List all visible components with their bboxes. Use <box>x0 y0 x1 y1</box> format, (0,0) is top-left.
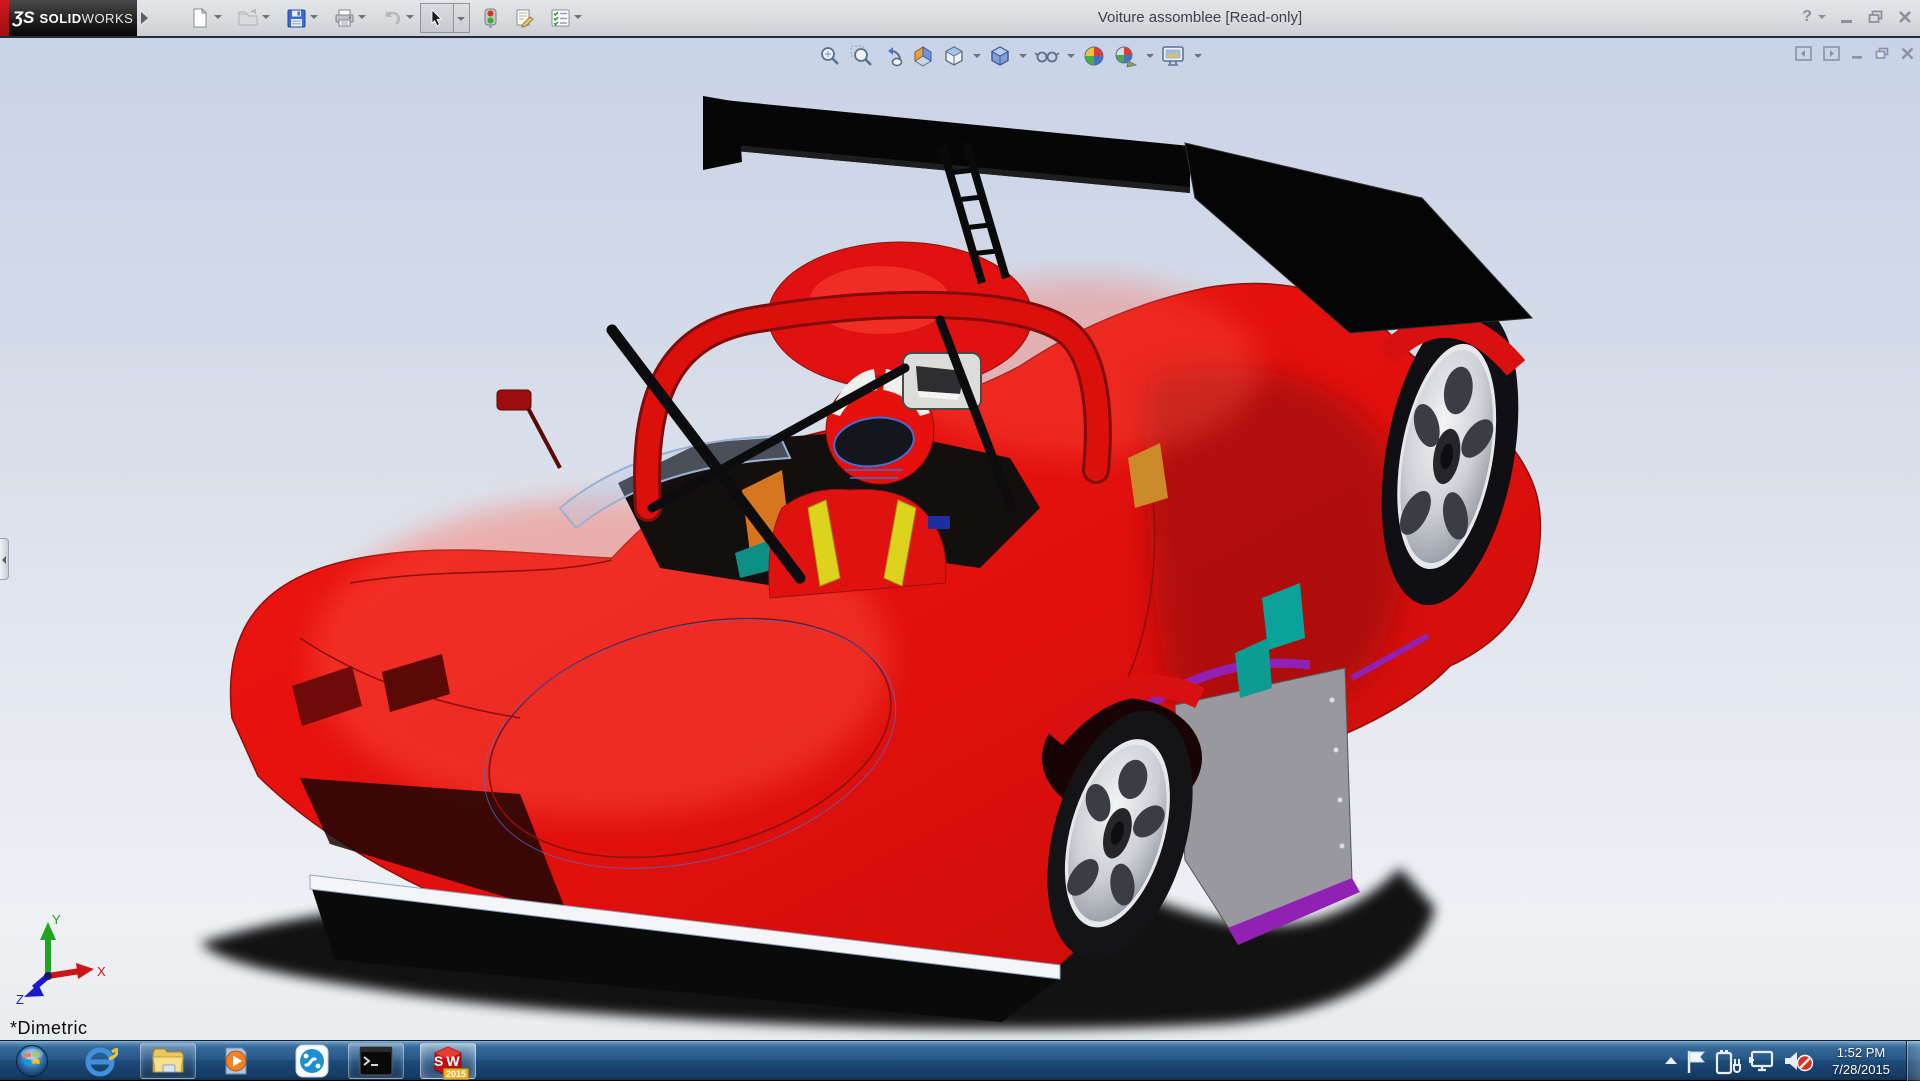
harness-buckle <box>928 516 950 529</box>
show-desktop-button[interactable] <box>1906 1041 1920 1081</box>
media-player-icon <box>219 1044 253 1078</box>
reference-triad: Y X Z <box>12 910 112 1010</box>
internet-explorer-icon <box>82 1044 118 1078</box>
graphics-viewport[interactable]: Y X Z *Dimetric <box>0 38 1920 1040</box>
view-orientation-label: *Dimetric <box>10 1018 88 1039</box>
media-player-button[interactable] <box>208 1043 264 1079</box>
system-tray <box>1660 1041 1816 1081</box>
save-button[interactable] <box>284 6 308 30</box>
command-prompt-button[interactable] <box>348 1043 404 1079</box>
undo-dropdown-icon[interactable] <box>406 15 414 19</box>
utility-app-icon <box>295 1044 329 1078</box>
rebuild-traffic-light-icon <box>484 8 497 29</box>
show-hidden-icons-button[interactable] <box>1660 1041 1682 1081</box>
logo-text-works: WORKS <box>82 11 134 26</box>
taskbar: SW 2015 <box>0 1040 1920 1080</box>
close-button[interactable] <box>1898 10 1912 24</box>
utility-app-button[interactable] <box>284 1043 340 1079</box>
print-button[interactable] <box>332 6 356 30</box>
options-checklist-icon <box>550 8 571 28</box>
document-title: Voiture assomblee [Read-only] <box>1098 9 1302 26</box>
solidworks-taskbar-button[interactable]: SW 2015 <box>420 1043 476 1079</box>
action-center-icon[interactable] <box>1682 1041 1712 1081</box>
rebuild-button[interactable] <box>478 6 502 30</box>
open-document-button[interactable] <box>236 6 260 30</box>
menu-flyout-arrow-icon[interactable] <box>141 12 148 24</box>
network-icon[interactable] <box>1746 1041 1780 1081</box>
windows-start-icon <box>15 1044 49 1078</box>
logo-text-solid: SOLID <box>39 11 81 26</box>
folder-icon <box>150 1045 186 1077</box>
solidworks-window: ƷS SOLIDWORKS <box>0 0 1920 1080</box>
print-dropdown-icon[interactable] <box>358 15 366 19</box>
new-dropdown-icon[interactable] <box>214 15 222 19</box>
undo-icon <box>382 8 402 28</box>
ds-logo-mark: ƷS <box>13 8 35 28</box>
command-prompt-icon <box>358 1045 394 1077</box>
volume-muted-icon[interactable] <box>1780 1041 1816 1081</box>
save-floppy-icon <box>287 9 306 28</box>
restore-button[interactable] <box>1868 10 1884 24</box>
new-document-icon <box>190 8 210 28</box>
open-dropdown-icon[interactable] <box>262 15 270 19</box>
triad-x-label: X <box>97 964 106 979</box>
internet-explorer-button[interactable] <box>72 1043 128 1079</box>
minimize-button[interactable] <box>1840 10 1854 24</box>
file-explorer-button[interactable] <box>140 1043 196 1079</box>
power-icon[interactable] <box>1712 1041 1746 1081</box>
title-bar: ƷS SOLIDWORKS <box>0 0 1920 38</box>
clock-time: 1:52 PM <box>1818 1044 1904 1061</box>
solidworks-letters: SW <box>434 1053 463 1069</box>
printer-icon <box>334 8 355 28</box>
file-properties-button[interactable] <box>512 6 536 30</box>
select-dropdown-button[interactable] <box>454 3 470 33</box>
select-dropdown-icon <box>457 17 465 21</box>
car-model <box>0 38 1920 1040</box>
left-mirror <box>497 390 531 410</box>
solidworks-logo[interactable]: ƷS SOLIDWORKS <box>9 0 137 36</box>
select-tool-button[interactable] <box>420 3 454 33</box>
options-button[interactable] <box>548 6 572 30</box>
start-button[interactable] <box>4 1043 60 1079</box>
taskbar-clock[interactable]: 1:52 PM 7/28/2015 <box>1818 1044 1904 1078</box>
file-properties-icon <box>514 8 535 28</box>
solidworks-version-badge: 2015 <box>443 1068 469 1080</box>
help-dropdown-icon[interactable] <box>1818 15 1826 19</box>
options-dropdown-icon[interactable] <box>574 15 582 19</box>
save-dropdown-icon[interactable] <box>310 15 318 19</box>
clock-date: 7/28/2015 <box>1818 1061 1904 1078</box>
wing-endplate-left <box>703 96 742 170</box>
open-folder-icon <box>237 8 259 28</box>
new-document-button[interactable] <box>188 6 212 30</box>
left-mirror-stalk <box>528 408 560 468</box>
help-button[interactable]: ? <box>1802 8 1812 26</box>
window-accent-stripe <box>0 0 9 36</box>
triad-y-label: Y <box>52 912 61 927</box>
triad-z-label: Z <box>16 992 24 1007</box>
select-cursor-icon <box>429 9 445 27</box>
undo-button[interactable] <box>380 6 404 30</box>
